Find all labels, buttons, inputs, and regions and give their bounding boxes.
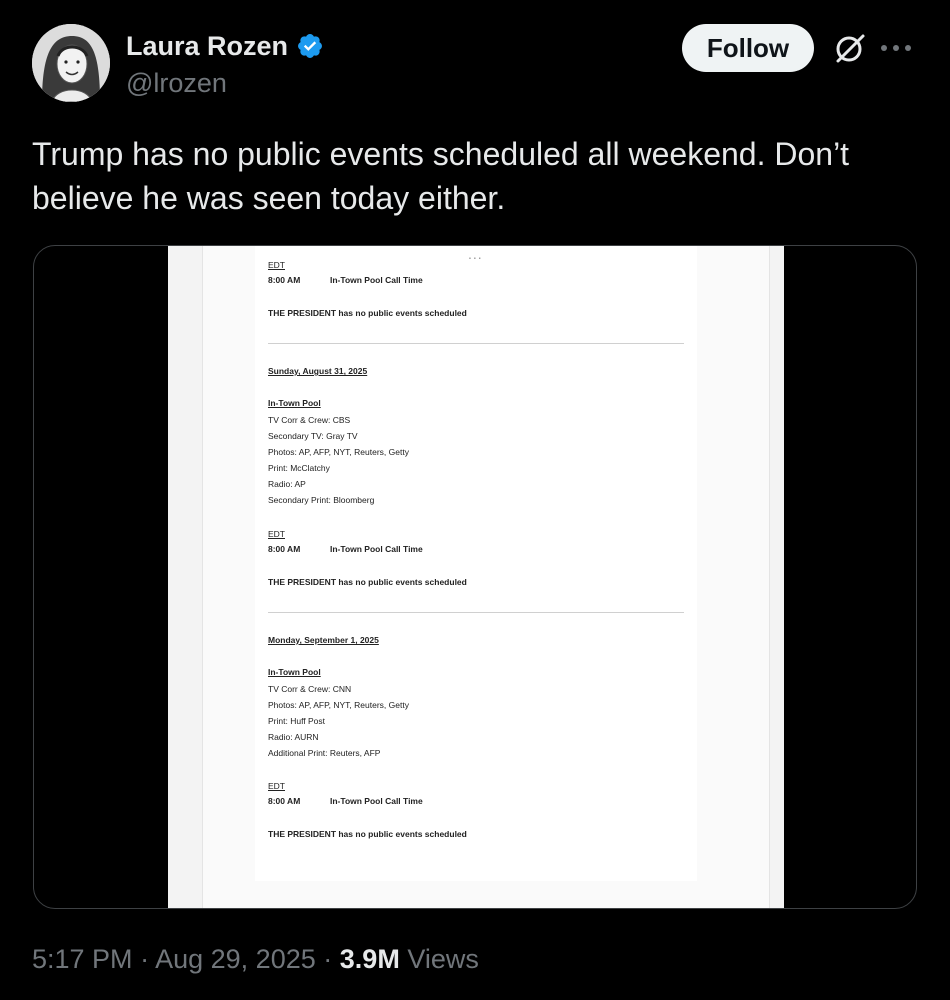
pool-line: Additional Print: Reuters, AFP <box>268 748 381 758</box>
pool-line: Photos: AP, AFP, NYT, Reuters, Getty <box>268 700 409 710</box>
meta-separator: · <box>323 944 333 974</box>
president-statement: THE PRESIDENT has no public events sched… <box>268 577 467 587</box>
president-statement: THE PRESIDENT has no public events sched… <box>268 829 467 839</box>
views-label: Views <box>407 944 479 974</box>
views-count[interactable]: 3.9M <box>340 944 400 974</box>
tweet-time[interactable]: 5:17 PM <box>32 944 133 974</box>
call-time: 8:00 AM <box>268 544 301 554</box>
tweet-meta: 5:17 PM · Aug 29, 2025 · 3.9M Views <box>32 944 479 975</box>
author-display-name[interactable]: Laura Rozen <box>126 31 288 62</box>
pool-line: Radio: AURN <box>268 732 319 742</box>
meta-separator: · <box>140 944 150 974</box>
document-card <box>255 246 697 881</box>
edt-label: EDT <box>268 529 285 539</box>
avatar[interactable] <box>32 24 110 102</box>
tweet-text: Trump has no public events scheduled all… <box>32 136 850 216</box>
verified-badge-icon[interactable] <box>296 32 324 60</box>
pool-line: Print: Huff Post <box>268 716 326 726</box>
pool-line: Radio: AP <box>268 479 306 489</box>
call-time: 8:00 AM <box>268 275 301 285</box>
more-options-icon[interactable] <box>876 34 916 62</box>
grok-icon[interactable] <box>832 30 868 66</box>
edt-label: EDT <box>268 260 285 270</box>
pool-heading: In-Town Pool <box>268 667 321 677</box>
follow-button[interactable]: Follow <box>682 24 814 72</box>
document-menu-dots: ... <box>468 246 483 262</box>
author-handle[interactable]: @lrozen <box>126 68 227 99</box>
call-description: In-Town Pool Call Time <box>330 275 423 285</box>
tweet-media-image[interactable]: ... EDT 8:00 AM In-Town Pool Call Time T… <box>33 245 917 909</box>
edt-label: EDT <box>268 781 285 791</box>
divider <box>268 612 684 613</box>
avatar-illustration-icon <box>32 24 110 102</box>
president-statement: THE PRESIDENT has no public events sched… <box>268 308 467 318</box>
call-time: 8:00 AM <box>268 796 301 806</box>
pool-line: Print: McClatchy <box>268 463 330 473</box>
pool-line: Photos: AP, AFP, NYT, Reuters, Getty <box>268 447 409 457</box>
pool-line: Secondary Print: Bloomberg <box>268 495 375 505</box>
pool-line: Secondary TV: Gray TV <box>268 431 358 441</box>
pool-line: TV Corr & Crew: CNN <box>268 684 352 694</box>
document-screenshot: ... EDT 8:00 AM In-Town Pool Call Time T… <box>168 246 784 908</box>
schedule-date: Monday, September 1, 2025 <box>268 635 379 645</box>
tweet-date[interactable]: Aug 29, 2025 <box>155 944 316 974</box>
divider <box>268 343 684 344</box>
pool-line: TV Corr & Crew: CBS <box>268 415 351 425</box>
pool-heading: In-Town Pool <box>268 398 321 408</box>
schedule-date: Sunday, August 31, 2025 <box>268 366 368 376</box>
call-description: In-Town Pool Call Time <box>330 796 423 806</box>
call-description: In-Town Pool Call Time <box>330 544 423 554</box>
author-name-row: Laura Rozen <box>126 28 324 64</box>
